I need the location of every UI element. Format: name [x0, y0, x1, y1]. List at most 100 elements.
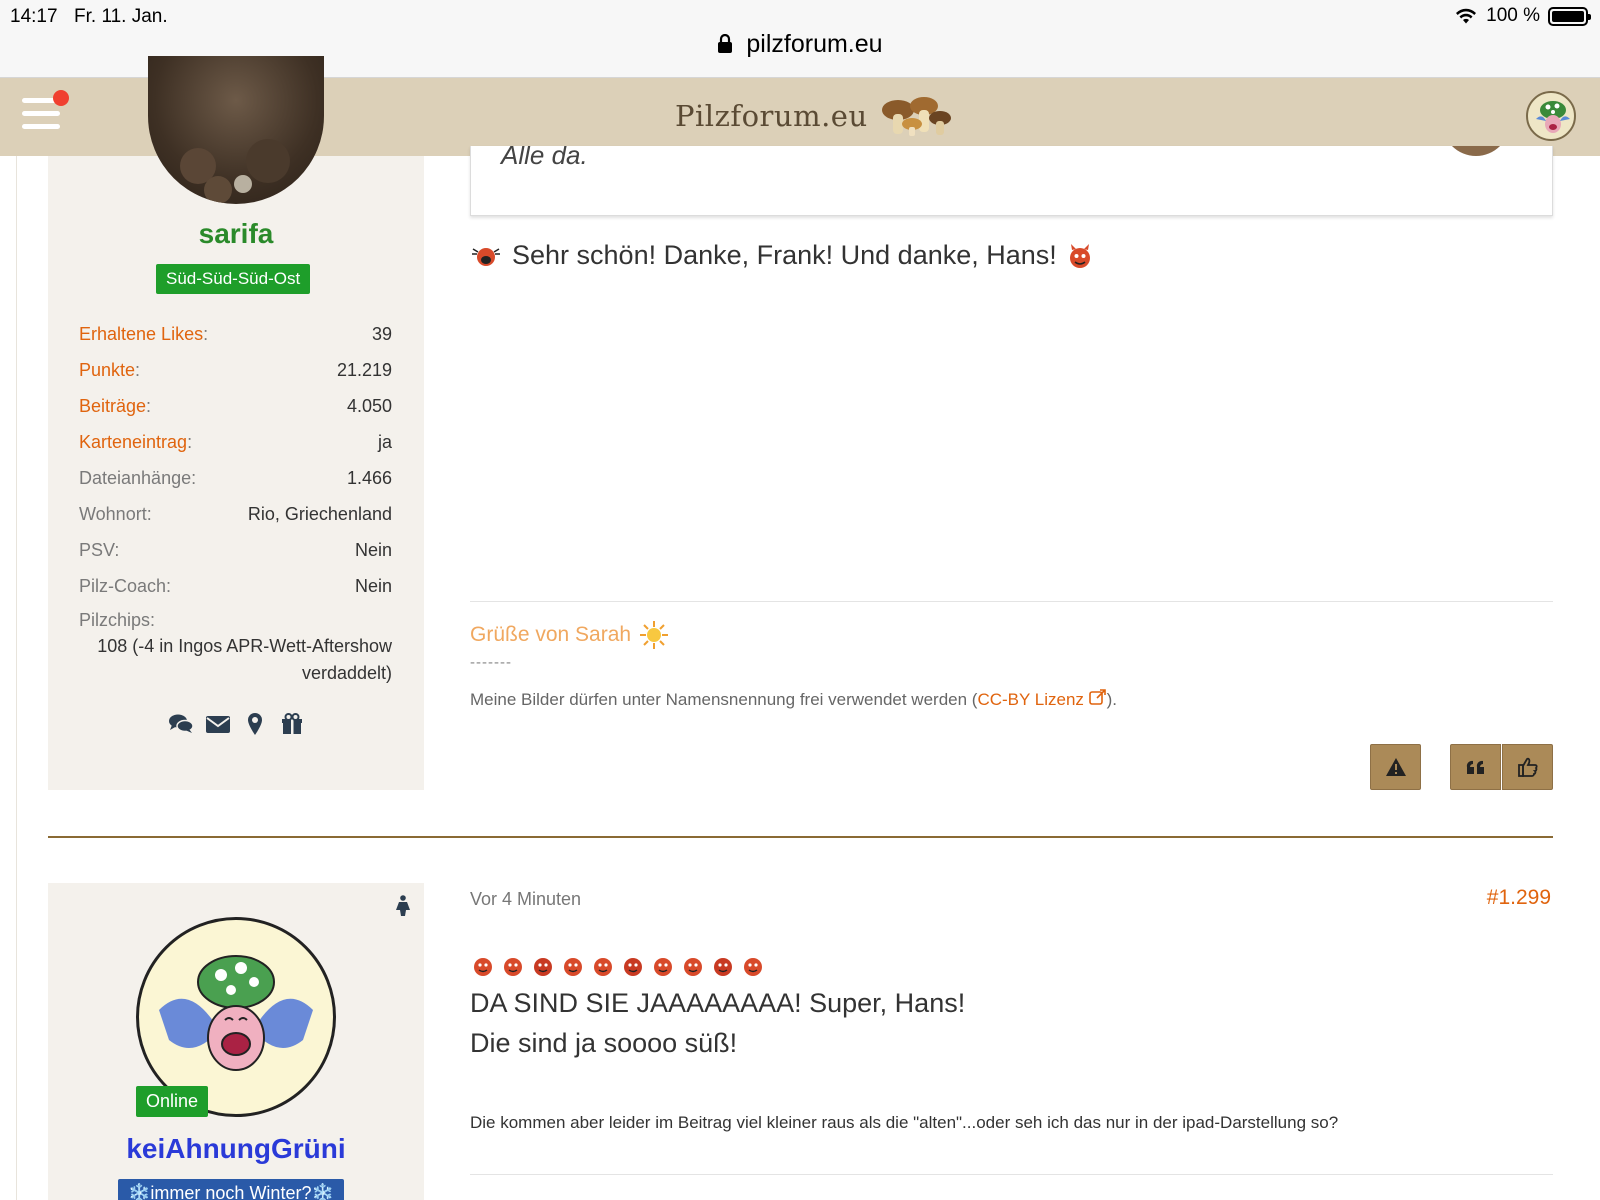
smiley-icon — [654, 958, 672, 976]
license-suffix: ). — [1106, 690, 1118, 709]
stat-label: Pilz-Coach — [79, 576, 167, 596]
author-rank-badge-2: ❄️immer noch Winter?❄️ — [118, 1179, 344, 1200]
author-username[interactable]: sarifa — [48, 218, 424, 250]
stat-value: 39 — [371, 324, 392, 344]
stat-row: Wohnort: Rio, Griechenland — [79, 496, 392, 532]
author-rank-badge: Süd-Süd-Süd-Ost — [156, 264, 311, 294]
stat-label: PSV — [79, 540, 115, 560]
user-avatar-button[interactable] — [1526, 91, 1576, 141]
female-icon — [396, 895, 410, 916]
battery-percent: 100 % — [1486, 5, 1540, 26]
stat-label: Dateianhänge — [79, 468, 192, 488]
notification-dot — [53, 90, 69, 106]
url-bar[interactable]: pilzforum.eu — [0, 30, 1600, 59]
thread-content: sarifa Süd-Süd-Süd-Ost Erhaltene Likes: 3… — [0, 56, 1600, 1200]
mushrooms-logo-icon — [881, 97, 951, 136]
pilzchips-label: Pilzchips: — [79, 610, 156, 630]
stat-label: Wohnort — [79, 504, 147, 524]
author-stats: Erhaltene Likes: 39 Punkte: 21.219 Beiträge:… — [79, 316, 392, 687]
post-text-line-1: DA SIND SIE JAAAAAAAA! Super, Hans! — [470, 988, 966, 1018]
avatar-photo — [180, 139, 290, 204]
sun-icon — [640, 621, 669, 649]
smiley-icon — [534, 958, 552, 976]
signature-divider-2 — [470, 1174, 1553, 1175]
wifi-icon — [1456, 8, 1477, 24]
devil-smiley-icon — [1069, 243, 1090, 268]
stat-value: 21.219 — [336, 360, 392, 380]
smiley-row — [470, 952, 766, 978]
stat-row: Erhaltene Likes: 39 — [79, 316, 392, 352]
report-button[interactable] — [1370, 744, 1421, 790]
external-link-icon — [1088, 689, 1106, 705]
stat-row: Beiträge: 4.050 — [79, 388, 392, 424]
map-marker-icon[interactable] — [242, 712, 268, 736]
smiley-icon — [594, 958, 612, 976]
post-text-small: Die kommen aber leider im Beitrag viel k… — [470, 1113, 1339, 1132]
lock-icon — [718, 34, 733, 53]
license-link[interactable]: CC-BY Lizenz — [977, 689, 1106, 709]
conversation-icon[interactable] — [168, 712, 194, 736]
post-author-sidebar-2: Online keiAhnungGrüni ❄️immer noch Winte… — [48, 883, 424, 1200]
author-avatar[interactable] — [148, 56, 324, 204]
stat-value: Nein — [354, 540, 392, 560]
stat-row: Punkte: 21.219 — [79, 352, 392, 388]
thumbs-up-icon — [1517, 757, 1538, 777]
date: Fr. 11. Jan. — [74, 6, 168, 27]
stat-value: Rio, Griechenland — [247, 504, 392, 524]
stat-value: 1.466 — [346, 468, 392, 488]
smiley-icon — [714, 958, 732, 976]
license-link-text: CC-BY Lizenz — [977, 690, 1084, 709]
avatar-illustration — [159, 955, 313, 1071]
stat-label[interactable]: Beiträge — [79, 396, 146, 416]
warning-icon — [1385, 758, 1406, 776]
smiley-icon — [474, 958, 492, 976]
battery-icon — [1548, 6, 1591, 26]
shouting-smiley-icon — [472, 247, 500, 266]
post-timestamp[interactable]: Vor 4 Minuten — [470, 889, 581, 910]
post-body: Sehr schön! Danke, Frank! Und danke, Han… — [470, 240, 1093, 271]
stat-label[interactable]: Karteneintrag — [79, 432, 187, 452]
site-logo[interactable]: Pilzforum.eu — [675, 94, 952, 138]
status-right: 100 % — [1454, 5, 1591, 27]
stat-value: 4.050 — [346, 396, 392, 416]
author-username-2[interactable]: keiAhnungGrüni — [48, 1133, 424, 1165]
post-number-link[interactable]: #1.299 — [1487, 886, 1551, 910]
smiley-icon — [504, 958, 522, 976]
pilzchips-value: 108 (-4 in Ingos APR-Wett-Aftershow verd… — [97, 636, 392, 683]
quote-text: Alle da. — [501, 146, 588, 170]
avatar-mushroom-icon — [1536, 101, 1570, 133]
greeting-text: Grüße von Sarah — [470, 623, 632, 646]
license-prefix: Meine Bilder dürfen unter Namensnennung … — [470, 690, 978, 709]
stat-row: Pilz-Coach: Nein — [79, 568, 392, 604]
stat-label[interactable]: Punkte — [79, 360, 135, 380]
stat-row: PSV: Nein — [79, 532, 392, 568]
stat-row: Karteneintrag: ja — [79, 424, 392, 460]
logo-text: Pilzforum.eu — [675, 99, 868, 133]
url-domain: pilzforum.eu — [746, 30, 883, 58]
post-text: Sehr schön! Danke, Frank! Und danke, Han… — [512, 240, 1057, 270]
battery-level — [1552, 10, 1584, 22]
quote-box: Alle da. — [470, 146, 1553, 216]
post-author-sidebar: sarifa Süd-Süd-Süd-Ost Erhaltene Likes: 3… — [48, 56, 424, 790]
smiley-icon — [684, 958, 702, 976]
side-rail — [16, 156, 17, 1200]
post-separator — [48, 836, 1553, 838]
gift-icon[interactable] — [279, 712, 305, 736]
stat-row: Dateianhänge: 1.466 — [79, 460, 392, 496]
quote-button[interactable] — [1450, 744, 1501, 790]
author-actions — [48, 712, 424, 736]
smiley-icon — [624, 958, 642, 976]
signature-license: Meine Bilder dürfen unter Namensnennung … — [470, 689, 1117, 710]
smiley-icon — [744, 958, 762, 976]
quote-icon — [1466, 760, 1484, 774]
clock: 14:17 — [10, 6, 58, 27]
stat-value: ja — [377, 432, 392, 452]
post-text-line-2: Die sind ja soooo süß! — [470, 1028, 738, 1058]
stat-label[interactable]: Erhaltene Likes — [79, 324, 203, 344]
envelope-icon[interactable] — [205, 712, 231, 736]
signature-greeting: Grüße von Sarah — [470, 620, 669, 650]
online-badge: Online — [136, 1086, 209, 1117]
like-button[interactable] — [1502, 744, 1553, 790]
smiley-icon — [564, 958, 582, 976]
quote-author-avatar — [1442, 146, 1510, 156]
